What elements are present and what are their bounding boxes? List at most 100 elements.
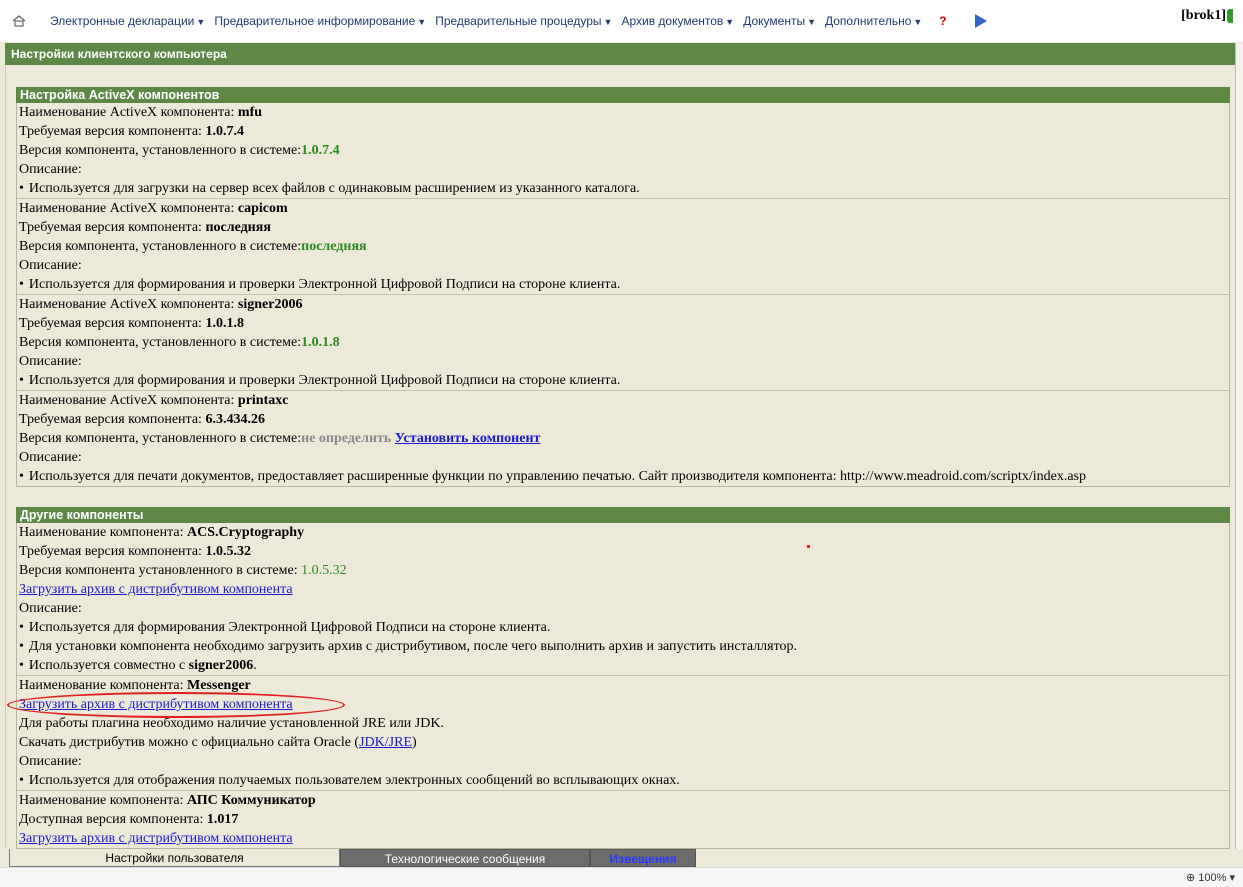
- description-label: Описание:: [19, 162, 82, 177]
- description-item: Используется для формирования и проверки…: [19, 371, 1229, 390]
- bottom-tabs: Настройки пользователя Технологические с…: [9, 849, 696, 867]
- other-components-section: Другие компоненты Наименование компонент…: [7, 507, 1230, 849]
- description-label: Описание:: [19, 258, 82, 273]
- required-version: 1.0.1.8: [205, 316, 244, 331]
- name-label: Наименование ActiveX компонента:: [19, 393, 238, 408]
- other-section-header: Другие компоненты: [16, 507, 1230, 523]
- download-archive-link[interactable]: Загрузить архив с дистрибутивом компонен…: [19, 582, 293, 597]
- dropdown-arrow-icon: ▼: [603, 17, 613, 27]
- installed-label: Версия компонента установленного в систе…: [19, 563, 302, 578]
- main-menu: Электронные декларации ▼ Предварительное …: [0, 10, 1243, 32]
- description-label: Описание:: [19, 450, 82, 465]
- dropdown-arrow-icon: ▼: [725, 17, 735, 27]
- component-mfu: Наименование ActiveX компонента: mfu Тре…: [17, 103, 1229, 199]
- red-marker-dot: [807, 545, 810, 548]
- oracle-prefix: Скачать дистрибутив можно с официально с…: [19, 735, 360, 750]
- component-name: Messenger: [187, 678, 251, 693]
- bullet-prefix: Используется совместно с: [28, 658, 189, 673]
- dropdown-arrow-icon: ▼: [807, 17, 816, 27]
- menu-preliminary-informing[interactable]: Предварительное информирование ▼: [214, 14, 426, 28]
- installed-version: 1.0.7.4: [301, 143, 340, 158]
- menu-electronic-declarations[interactable]: Электронные декларации ▼: [50, 14, 205, 28]
- download-archive-link[interactable]: Загрузить архив с дистрибутивом компонен…: [19, 697, 293, 712]
- description-item: Используется для печати документов, пред…: [19, 467, 1229, 486]
- component-name: АПС Коммуникатор: [187, 793, 316, 808]
- jre-note: Для работы плагина необходимо наличие ус…: [19, 716, 444, 731]
- installed-label: Версия компонента, установленного в сист…: [19, 239, 302, 254]
- required-version: последняя: [205, 220, 271, 235]
- status-bar: ⊕ 100% ▾: [0, 867, 1243, 887]
- description-item: Используется для загрузки на сервер всех…: [19, 179, 1229, 198]
- download-archive-link[interactable]: Загрузить архив с дистрибутивом компонен…: [19, 831, 293, 846]
- tab-notifications[interactable]: Извещения: [590, 849, 696, 867]
- bullet-suffix: .: [253, 658, 257, 673]
- component-acs-cryptography: Наименование компонента: ACS.Cryptograph…: [17, 523, 1229, 676]
- play-icon[interactable]: [974, 14, 987, 28]
- required-version: 6.3.434.26: [205, 412, 265, 427]
- component-name: printaxc: [237, 393, 289, 408]
- activex-section-header: Настройка ActiveX компонентов: [16, 87, 1230, 103]
- top-navigation-bar: Электронные декларации ▼ Предварительное …: [0, 0, 1243, 42]
- installed-version: последняя: [301, 239, 367, 254]
- component-name: mfu: [237, 105, 263, 120]
- activex-section: Настройка ActiveX компонентов Наименован…: [16, 87, 1230, 487]
- description-item: Используется для формирования и проверки…: [19, 275, 1229, 294]
- description-item: Для установки компонента необходимо загр…: [19, 637, 1229, 656]
- status-indicator-icon: [1227, 8, 1233, 23]
- required-label: Требуемая версия компонента:: [19, 316, 206, 331]
- menu-additional[interactable]: Дополнительно ▼: [825, 14, 922, 28]
- component-name: capicom: [237, 201, 288, 216]
- name-label: Наименование ActiveX компонента:: [19, 297, 238, 312]
- required-label: Требуемая версия компонента:: [19, 124, 206, 139]
- installed-label: Версия компонента, установленного в сист…: [19, 335, 302, 350]
- bullet-bold: signer2006: [188, 658, 254, 673]
- menu-preliminary-procedures[interactable]: Предварительные процедуры ▼: [435, 14, 612, 28]
- component-signer2006: Наименование ActiveX компонента: signer2…: [17, 295, 1229, 391]
- description-label: Описание:: [19, 354, 82, 369]
- user-label: [brok1]: [1181, 8, 1233, 24]
- available-version: 1.017: [206, 812, 239, 827]
- zoom-icon: ⊕: [1186, 872, 1199, 884]
- required-label: Требуемая версия компонента:: [19, 544, 206, 559]
- tab-user-settings[interactable]: Настройки пользователя: [9, 849, 340, 867]
- required-label: Требуемая версия компонента:: [19, 220, 206, 235]
- help-button[interactable]: ?: [939, 14, 946, 28]
- content-area: Настройка ActiveX компонентов Наименован…: [5, 65, 1235, 849]
- name-label: Наименование ActiveX компонента:: [19, 105, 238, 120]
- installed-version: не определить: [301, 431, 392, 446]
- name-label: Наименование компонента:: [19, 793, 187, 808]
- description-item: Используется совместно с signer2006.: [19, 656, 1229, 675]
- dropdown-arrow-icon: ▼: [913, 17, 923, 27]
- component-capicom: Наименование ActiveX компонента: capicom…: [17, 199, 1229, 295]
- description-item: Используется для отображения получаемых …: [19, 771, 1229, 790]
- home-icon[interactable]: [12, 15, 26, 27]
- dropdown-arrow-icon: ▼: [417, 17, 427, 27]
- component-name: signer2006: [237, 297, 303, 312]
- available-label: Доступная версия компонента:: [19, 812, 207, 827]
- required-label: Требуемая версия компонента:: [19, 412, 206, 427]
- installed-version: 1.0.1.8: [301, 335, 340, 350]
- page-title: Настройки клиентского компьютера: [5, 43, 1235, 65]
- vertical-scrollbar[interactable]: [1235, 43, 1243, 849]
- menu-documents[interactable]: Документы ▼: [743, 14, 816, 28]
- name-label: Наименование компонента:: [19, 525, 187, 540]
- highlighted-download: Загрузить архив с дистрибутивом компонен…: [7, 692, 345, 718]
- jdk-jre-link[interactable]: JDK/JRE: [359, 735, 412, 750]
- name-label: Наименование ActiveX компонента:: [19, 201, 238, 216]
- dropdown-arrow-icon: ▼: [196, 17, 206, 27]
- zoom-control[interactable]: ⊕ 100% ▾: [1186, 871, 1235, 884]
- component-printaxc: Наименование ActiveX компонента: printax…: [17, 391, 1229, 486]
- menu-document-archive[interactable]: Архив документов ▼: [621, 14, 734, 28]
- component-name: ACS.Cryptography: [187, 525, 305, 540]
- component-aps-communicator: Наименование компонента: АПС Коммуникато…: [17, 791, 1229, 848]
- name-label: Наименование компонента:: [19, 678, 187, 693]
- description-label: Описание:: [19, 601, 82, 616]
- installed-version: 1.0.5.32: [301, 563, 347, 578]
- installed-label: Версия компонента, установленного в сист…: [19, 143, 302, 158]
- required-version: 1.0.5.32: [205, 544, 251, 559]
- oracle-suffix: ): [412, 735, 417, 750]
- install-component-link[interactable]: Установить компонент: [395, 431, 541, 446]
- component-messenger: Наименование компонента: Messenger Загру…: [7, 676, 1229, 791]
- description-label: Описание:: [19, 754, 82, 769]
- tab-technological-messages[interactable]: Технологические сообщения: [340, 849, 590, 867]
